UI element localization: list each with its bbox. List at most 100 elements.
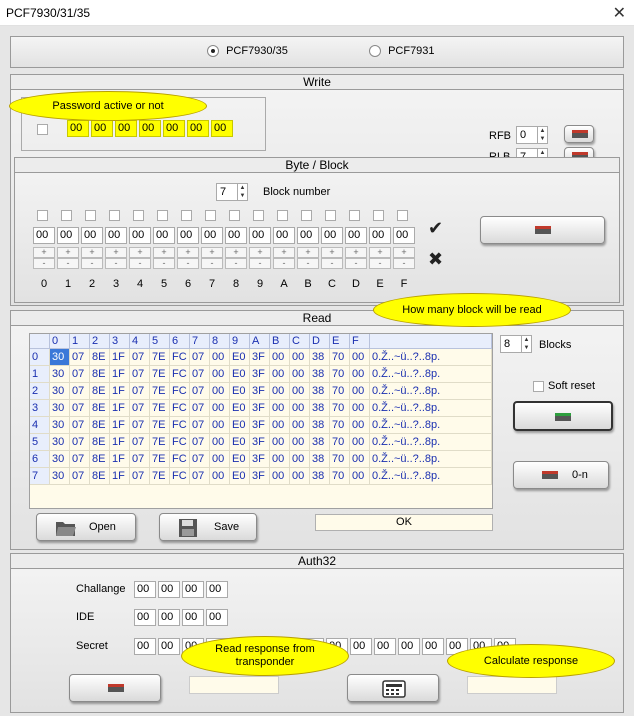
- read-response-button[interactable]: [69, 674, 161, 702]
- grid-cell[interactable]: 70: [330, 366, 350, 383]
- increment-button[interactable]: +: [393, 247, 415, 258]
- grid-cell[interactable]: 00: [350, 400, 370, 417]
- grid-cell[interactable]: 7E: [150, 417, 170, 434]
- grid-cell[interactable]: 07: [190, 349, 210, 366]
- block-byte-field[interactable]: 00: [345, 227, 367, 244]
- grid-cell[interactable]: 70: [330, 400, 350, 417]
- grid-cell[interactable]: 1F: [110, 434, 130, 451]
- grid-cell[interactable]: 07: [130, 434, 150, 451]
- grid-cell[interactable]: 00: [270, 451, 290, 468]
- grid-cell[interactable]: 30: [50, 366, 70, 383]
- grid-cell[interactable]: 07: [70, 434, 90, 451]
- grid-cell[interactable]: 00: [210, 434, 230, 451]
- grid-row-header[interactable]: 7: [30, 468, 50, 485]
- bit-checkbox[interactable]: [181, 210, 192, 221]
- increment-button[interactable]: +: [57, 247, 79, 258]
- grid-cell[interactable]: E0: [230, 400, 250, 417]
- grid-cell[interactable]: 38: [310, 451, 330, 468]
- grid-cell[interactable]: 00: [270, 349, 290, 366]
- grid-cell[interactable]: 00: [210, 349, 230, 366]
- grid-cell[interactable]: 70: [330, 451, 350, 468]
- close-icon[interactable]: ✕: [613, 3, 626, 23]
- grid-cell[interactable]: 7E: [150, 383, 170, 400]
- grid-cell[interactable]: 7E: [150, 400, 170, 417]
- block-byte-field[interactable]: 00: [297, 227, 319, 244]
- bit-checkbox[interactable]: [157, 210, 168, 221]
- grid-cell[interactable]: 07: [70, 400, 90, 417]
- grid-cell[interactable]: 07: [70, 468, 90, 485]
- decrement-button[interactable]: -: [105, 258, 127, 269]
- spin-arrows-icon[interactable]: ▲▼: [237, 184, 247, 200]
- grid-cell[interactable]: 3F: [250, 417, 270, 434]
- grid-cell[interactable]: FC: [170, 366, 190, 383]
- auth-byte-field[interactable]: 00: [206, 581, 228, 598]
- grid-cell[interactable]: FC: [170, 349, 190, 366]
- grid-cell[interactable]: 00: [290, 417, 310, 434]
- increment-button[interactable]: +: [345, 247, 367, 258]
- grid-cell[interactable]: 38: [310, 349, 330, 366]
- grid-row-header[interactable]: 5: [30, 434, 50, 451]
- increment-button[interactable]: +: [369, 247, 391, 258]
- password-byte[interactable]: 00: [163, 120, 185, 137]
- bit-checkbox[interactable]: [325, 210, 336, 221]
- auth-byte-field[interactable]: 00: [158, 609, 180, 626]
- decrement-button[interactable]: -: [81, 258, 103, 269]
- password-byte[interactable]: 00: [139, 120, 161, 137]
- grid-cell[interactable]: E0: [230, 349, 250, 366]
- grid-cell[interactable]: E0: [230, 366, 250, 383]
- grid-cell[interactable]: 8E: [90, 400, 110, 417]
- grid-cell[interactable]: 00: [210, 400, 230, 417]
- bit-checkbox[interactable]: [37, 210, 48, 221]
- decrement-button[interactable]: -: [369, 258, 391, 269]
- block-byte-field[interactable]: 00: [57, 227, 79, 244]
- grid-cell[interactable]: 00: [350, 383, 370, 400]
- increment-button[interactable]: +: [33, 247, 55, 258]
- grid-cell[interactable]: 00: [210, 366, 230, 383]
- password-byte[interactable]: 00: [115, 120, 137, 137]
- grid-cell[interactable]: 00: [270, 468, 290, 485]
- mode-radio-pcf7930[interactable]: PCF7930/35: [207, 45, 288, 58]
- decrement-button[interactable]: -: [297, 258, 319, 269]
- grid-cell[interactable]: 38: [310, 400, 330, 417]
- grid-cell[interactable]: 70: [330, 349, 350, 366]
- block-number-spinner[interactable]: 7 ▲ ▼: [216, 183, 248, 201]
- check-icon[interactable]: ✔: [428, 218, 443, 239]
- decrement-button[interactable]: -: [33, 258, 55, 269]
- decrement-button[interactable]: -: [273, 258, 295, 269]
- password-byte[interactable]: 00: [91, 120, 113, 137]
- grid-cell[interactable]: 70: [330, 468, 350, 485]
- bit-checkbox[interactable]: [229, 210, 240, 221]
- grid-cell[interactable]: E0: [230, 383, 250, 400]
- auth-byte-field[interactable]: 00: [398, 638, 420, 655]
- bit-checkbox[interactable]: [205, 210, 216, 221]
- grid-cell[interactable]: 3F: [250, 434, 270, 451]
- password-active-checkbox[interactable]: [37, 124, 48, 135]
- grid-cell[interactable]: 3F: [250, 383, 270, 400]
- bit-checkbox[interactable]: [61, 210, 72, 221]
- block-byte-field[interactable]: 00: [105, 227, 127, 244]
- increment-button[interactable]: +: [321, 247, 343, 258]
- rfb-spinner[interactable]: 0 ▲ ▼: [516, 126, 548, 144]
- grid-ascii-cell[interactable]: 0.Ž..~ü..?..8p.: [370, 434, 492, 451]
- grid-cell[interactable]: 38: [310, 383, 330, 400]
- increment-button[interactable]: +: [249, 247, 271, 258]
- rfb-write-button[interactable]: [564, 125, 594, 143]
- grid-cell[interactable]: 8E: [90, 349, 110, 366]
- grid-cell[interactable]: 07: [130, 400, 150, 417]
- grid-row-header[interactable]: 1: [30, 366, 50, 383]
- grid-ascii-cell[interactable]: 0.Ž..~ü..?..8p.: [370, 349, 492, 366]
- grid-cell[interactable]: 07: [130, 349, 150, 366]
- grid-cell[interactable]: 30: [50, 451, 70, 468]
- grid-row-header[interactable]: 6: [30, 451, 50, 468]
- grid-cell[interactable]: 00: [350, 349, 370, 366]
- read-0n-button[interactable]: 0-n: [513, 461, 609, 489]
- bit-checkbox[interactable]: [85, 210, 96, 221]
- blocks-value[interactable]: 8: [504, 338, 510, 350]
- grid-cell[interactable]: 1F: [110, 349, 130, 366]
- grid-ascii-cell[interactable]: 0.Ž..~ü..?..8p.: [370, 417, 492, 434]
- bit-checkbox[interactable]: [373, 210, 384, 221]
- grid-cell[interactable]: 8E: [90, 451, 110, 468]
- auth-byte-field[interactable]: 00: [350, 638, 372, 655]
- grid-cell[interactable]: 07: [130, 383, 150, 400]
- grid-cell[interactable]: 00: [350, 434, 370, 451]
